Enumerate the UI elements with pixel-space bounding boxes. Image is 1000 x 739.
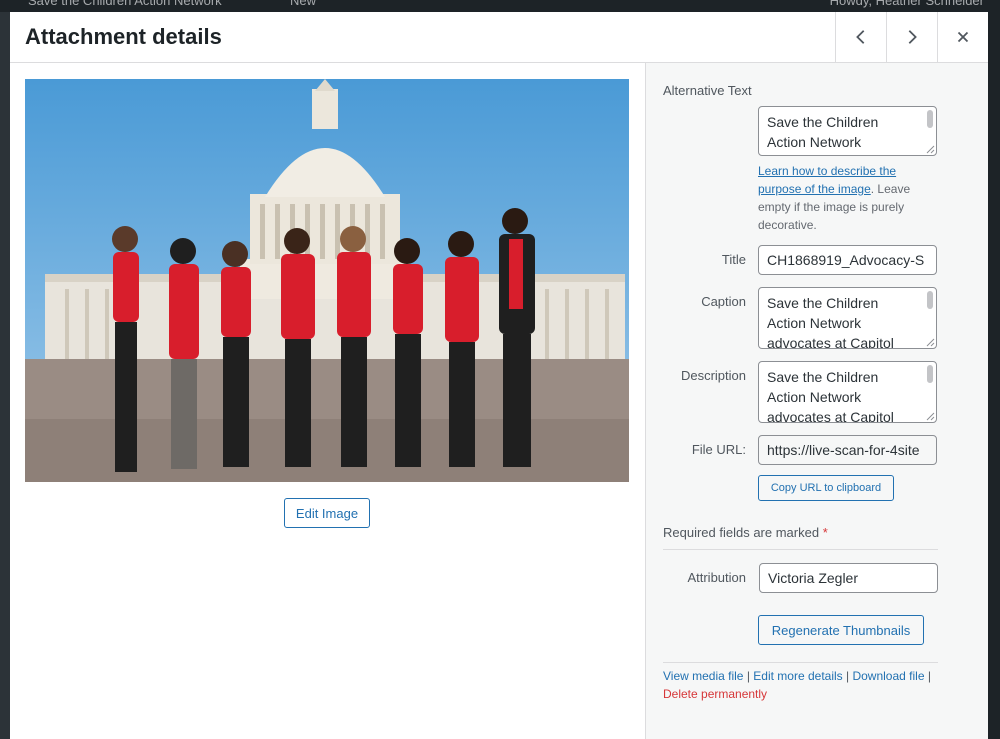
alt-text-field[interactable]: Save the Children Action Network [758,106,937,156]
attribution-field[interactable]: Victoria Zegler [759,563,938,593]
modal-title: Attachment details [25,24,222,49]
alt-text-help: Learn how to describe the purpose of the… [758,162,938,234]
scrollbar[interactable] [927,365,933,383]
divider [663,549,938,550]
required-fields-text: Required fields are marked [663,525,820,540]
close-button[interactable] [937,12,988,62]
previous-button[interactable] [835,12,886,62]
description-field[interactable]: Save the Children Action Network advocat… [758,361,937,423]
link-separator: | [924,669,931,683]
caption-field[interactable]: Save the Children Action Network advocat… [758,287,937,349]
download-file-link[interactable]: Download file [852,669,924,683]
divider [663,662,938,663]
view-media-file-link[interactable]: View media file [663,669,743,683]
media-preview-area: Edit Image [10,63,645,739]
edit-image-button[interactable]: Edit Image [284,498,370,528]
file-url-label: File URL: [691,442,746,457]
admin-sidebar-backdrop [0,12,10,739]
scrollbar[interactable] [927,291,933,309]
caption-value: Save the Children Action Network advocat… [767,295,894,349]
resize-grip-icon[interactable] [925,144,935,154]
attachment-details-modal: Attachment details Edit Image Alternativ… [10,12,988,739]
edit-more-details-link[interactable]: Edit more details [753,669,842,683]
next-button[interactable] [886,12,937,62]
resize-grip-icon[interactable] [925,337,935,347]
scrollbar[interactable] [927,110,933,128]
copy-url-button[interactable]: Copy URL to clipboard [758,475,894,501]
admin-bar: Save the Children Action Network New How… [0,0,1000,12]
admin-bar-site-name[interactable]: Save the Children Action Network [28,0,222,8]
required-fields-note: Required fields are marked * [663,525,828,540]
title-label: Title [721,252,746,267]
attachment-details-sidebar: Alternative Text Save the Children Actio… [645,63,988,739]
link-separator: | [842,669,853,683]
resize-grip-icon[interactable] [925,411,935,421]
file-url-field[interactable]: https://live-scan-for-4site [758,435,937,465]
description-label: Description [680,368,746,383]
close-icon [957,31,969,43]
title-field[interactable]: CH1868919_Advocacy-S [758,245,937,275]
caption-label: Caption [701,294,746,309]
link-separator: | [743,669,754,683]
alt-text-label: Alternative Text [663,83,752,98]
attachment-image [25,79,629,482]
attribution-label: Attribution [687,570,746,585]
regenerate-thumbnails-button[interactable]: Regenerate Thumbnails [758,615,924,645]
delete-permanently-link[interactable]: Delete permanently [663,687,767,701]
modal-header: Attachment details [10,12,988,63]
description-value: Save the Children Action Network advocat… [767,369,894,423]
required-star: * [822,525,828,540]
alt-text-value: Save the Children Action Network [767,114,879,150]
chevron-left-icon [856,30,865,44]
chevron-right-icon [908,30,917,44]
admin-bar-howdy[interactable]: Howdy, Heather Schneider [830,0,984,8]
admin-bar-new[interactable]: New [290,0,316,8]
attachment-actions: View media file | Edit more details | Do… [663,667,963,703]
